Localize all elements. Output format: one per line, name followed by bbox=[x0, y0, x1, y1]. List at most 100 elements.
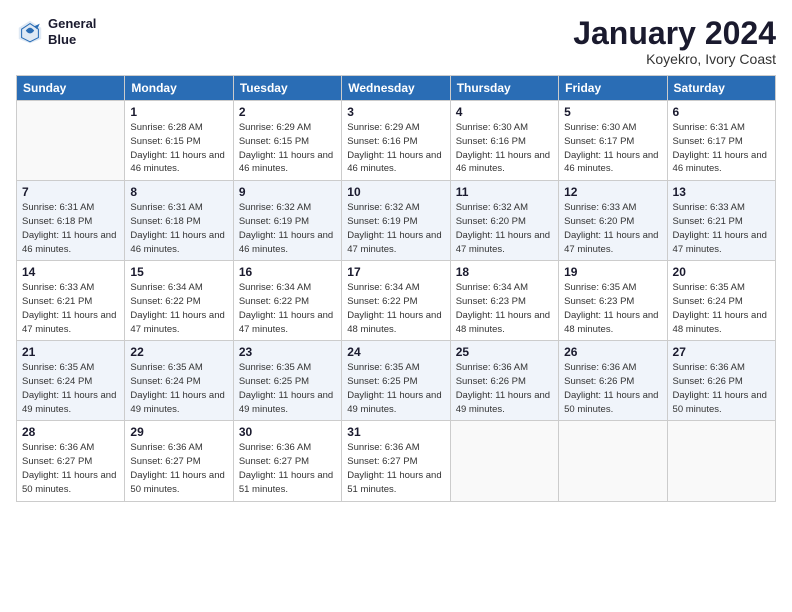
calendar-day-cell: 28Sunrise: 6:36 AMSunset: 6:27 PMDayligh… bbox=[17, 421, 125, 501]
calendar-day-cell: 11 Sunrise: 6:32 AMSunset: 6:20 PMDayligh… bbox=[450, 181, 558, 261]
calendar-day-cell: 13 Sunrise: 6:33 AMSunset: 6:21 PMDayligh… bbox=[667, 181, 775, 261]
day-number: 12 bbox=[564, 185, 661, 199]
calendar-day-cell: 21 Sunrise: 6:35 AMSunset: 6:24 PMDayligh… bbox=[17, 341, 125, 421]
logo-text: General Blue bbox=[48, 16, 96, 47]
calendar-day-cell: 1 Sunrise: 6:28 AMSunset: 6:15 PMDaylight… bbox=[125, 101, 233, 181]
day-number: 11 bbox=[456, 185, 553, 199]
day-number: 8 bbox=[130, 185, 227, 199]
day-number: 21 bbox=[22, 345, 119, 359]
day-of-week-header: Tuesday bbox=[233, 76, 341, 101]
day-number: 3 bbox=[347, 105, 444, 119]
calendar-day-cell: 3 Sunrise: 6:29 AMSunset: 6:16 PMDaylight… bbox=[342, 101, 450, 181]
day-info: Sunrise: 6:35 AMSunset: 6:24 PMDaylight:… bbox=[130, 361, 227, 416]
day-number: 13 bbox=[673, 185, 770, 199]
calendar-week-row: 21 Sunrise: 6:35 AMSunset: 6:24 PMDayligh… bbox=[17, 341, 776, 421]
day-info: Sunrise: 6:36 AMSunset: 6:27 PMDaylight:… bbox=[130, 441, 227, 496]
day-info: Sunrise: 6:35 AMSunset: 6:24 PMDaylight:… bbox=[673, 281, 770, 336]
day-info: Sunrise: 6:34 AMSunset: 6:22 PMDaylight:… bbox=[130, 281, 227, 336]
day-of-week-header: Saturday bbox=[667, 76, 775, 101]
day-info: Sunrise: 6:29 AMSunset: 6:16 PMDaylight:… bbox=[347, 121, 444, 176]
day-info: Sunrise: 6:36 AMSunset: 6:26 PMDaylight:… bbox=[673, 361, 770, 416]
calendar-title: January 2024 bbox=[573, 16, 776, 51]
day-number: 30 bbox=[239, 425, 336, 439]
calendar-day-cell: 9 Sunrise: 6:32 AMSunset: 6:19 PMDaylight… bbox=[233, 181, 341, 261]
day-info: Sunrise: 6:36 AMSunset: 6:27 PMDaylight:… bbox=[347, 441, 444, 496]
calendar-day-cell: 18 Sunrise: 6:34 AMSunset: 6:23 PMDayligh… bbox=[450, 261, 558, 341]
day-info: Sunrise: 6:30 AMSunset: 6:17 PMDaylight:… bbox=[564, 121, 661, 176]
day-number: 18 bbox=[456, 265, 553, 279]
day-info: Sunrise: 6:35 AMSunset: 6:24 PMDaylight:… bbox=[22, 361, 119, 416]
day-number: 15 bbox=[130, 265, 227, 279]
calendar-week-row: 14 Sunrise: 6:33 AMSunset: 6:21 PMDayligh… bbox=[17, 261, 776, 341]
calendar-day-cell: 15 Sunrise: 6:34 AMSunset: 6:22 PMDayligh… bbox=[125, 261, 233, 341]
calendar-day-cell: 4 Sunrise: 6:30 AMSunset: 6:16 PMDaylight… bbox=[450, 101, 558, 181]
day-number: 16 bbox=[239, 265, 336, 279]
day-info: Sunrise: 6:32 AMSunset: 6:19 PMDaylight:… bbox=[239, 201, 336, 256]
calendar-day-cell: 25 Sunrise: 6:36 AMSunset: 6:26 PMDayligh… bbox=[450, 341, 558, 421]
calendar-day-cell: 10 Sunrise: 6:32 AMSunset: 6:19 PMDayligh… bbox=[342, 181, 450, 261]
calendar-week-row: 7Sunrise: 6:31 AMSunset: 6:18 PMDaylight… bbox=[17, 181, 776, 261]
day-number: 20 bbox=[673, 265, 770, 279]
day-number: 29 bbox=[130, 425, 227, 439]
calendar-day-cell: 14 Sunrise: 6:33 AMSunset: 6:21 PMDayligh… bbox=[17, 261, 125, 341]
day-of-week-header: Friday bbox=[559, 76, 667, 101]
calendar-day-cell: 5 Sunrise: 6:30 AMSunset: 6:17 PMDaylight… bbox=[559, 101, 667, 181]
calendar-table: SundayMondayTuesdayWednesdayThursdayFrid… bbox=[16, 75, 776, 501]
day-info: Sunrise: 6:33 AMSunset: 6:21 PMDaylight:… bbox=[673, 201, 770, 256]
calendar-day-cell: 22 Sunrise: 6:35 AMSunset: 6:24 PMDayligh… bbox=[125, 341, 233, 421]
day-info: Sunrise: 6:35 AMSunset: 6:25 PMDaylight:… bbox=[347, 361, 444, 416]
calendar-day-cell bbox=[559, 421, 667, 501]
day-number: 4 bbox=[456, 105, 553, 119]
logo-line2: Blue bbox=[48, 32, 96, 48]
day-number: 25 bbox=[456, 345, 553, 359]
title-block: January 2024 Koyekro, Ivory Coast bbox=[573, 16, 776, 67]
calendar-day-cell: 19Sunrise: 6:35 AMSunset: 6:23 PMDayligh… bbox=[559, 261, 667, 341]
calendar-day-cell: 26Sunrise: 6:36 AMSunset: 6:26 PMDayligh… bbox=[559, 341, 667, 421]
day-number: 9 bbox=[239, 185, 336, 199]
day-number: 14 bbox=[22, 265, 119, 279]
calendar-subtitle: Koyekro, Ivory Coast bbox=[573, 51, 776, 67]
day-number: 31 bbox=[347, 425, 444, 439]
calendar-day-cell: 8Sunrise: 6:31 AMSunset: 6:18 PMDaylight… bbox=[125, 181, 233, 261]
day-number: 22 bbox=[130, 345, 227, 359]
day-number: 7 bbox=[22, 185, 119, 199]
calendar-day-cell bbox=[17, 101, 125, 181]
day-info: Sunrise: 6:32 AMSunset: 6:20 PMDaylight:… bbox=[456, 201, 553, 256]
calendar-day-cell: 23 Sunrise: 6:35 AMSunset: 6:25 PMDayligh… bbox=[233, 341, 341, 421]
page-header: General Blue January 2024 Koyekro, Ivory… bbox=[16, 16, 776, 67]
day-info: Sunrise: 6:33 AMSunset: 6:21 PMDaylight:… bbox=[22, 281, 119, 336]
day-number: 10 bbox=[347, 185, 444, 199]
day-number: 23 bbox=[239, 345, 336, 359]
day-info: Sunrise: 6:36 AMSunset: 6:26 PMDaylight:… bbox=[456, 361, 553, 416]
day-number: 2 bbox=[239, 105, 336, 119]
day-info: Sunrise: 6:30 AMSunset: 6:16 PMDaylight:… bbox=[456, 121, 553, 176]
day-number: 24 bbox=[347, 345, 444, 359]
day-info: Sunrise: 6:34 AMSunset: 6:22 PMDaylight:… bbox=[239, 281, 336, 336]
day-info: Sunrise: 6:36 AMSunset: 6:26 PMDaylight:… bbox=[564, 361, 661, 416]
day-info: Sunrise: 6:31 AMSunset: 6:17 PMDaylight:… bbox=[673, 121, 770, 176]
day-info: Sunrise: 6:34 AMSunset: 6:23 PMDaylight:… bbox=[456, 281, 553, 336]
day-info: Sunrise: 6:28 AMSunset: 6:15 PMDaylight:… bbox=[130, 121, 227, 176]
calendar-day-cell: 31 Sunrise: 6:36 AMSunset: 6:27 PMDayligh… bbox=[342, 421, 450, 501]
calendar-day-cell: 12 Sunrise: 6:33 AMSunset: 6:20 PMDayligh… bbox=[559, 181, 667, 261]
day-info: Sunrise: 6:32 AMSunset: 6:19 PMDaylight:… bbox=[347, 201, 444, 256]
calendar-day-cell: 29 Sunrise: 6:36 AMSunset: 6:27 PMDayligh… bbox=[125, 421, 233, 501]
day-info: Sunrise: 6:35 AMSunset: 6:23 PMDaylight:… bbox=[564, 281, 661, 336]
calendar-day-cell: 17Sunrise: 6:34 AMSunset: 6:22 PMDayligh… bbox=[342, 261, 450, 341]
day-of-week-header: Wednesday bbox=[342, 76, 450, 101]
calendar-day-cell: 16 Sunrise: 6:34 AMSunset: 6:22 PMDayligh… bbox=[233, 261, 341, 341]
calendar-day-cell: 20 Sunrise: 6:35 AMSunset: 6:24 PMDayligh… bbox=[667, 261, 775, 341]
day-number: 5 bbox=[564, 105, 661, 119]
calendar-day-cell: 2Sunrise: 6:29 AMSunset: 6:15 PMDaylight… bbox=[233, 101, 341, 181]
calendar-day-cell bbox=[667, 421, 775, 501]
calendar-day-cell: 30Sunrise: 6:36 AMSunset: 6:27 PMDayligh… bbox=[233, 421, 341, 501]
day-info: Sunrise: 6:35 AMSunset: 6:25 PMDaylight:… bbox=[239, 361, 336, 416]
day-number: 1 bbox=[130, 105, 227, 119]
calendar-header-row: SundayMondayTuesdayWednesdayThursdayFrid… bbox=[17, 76, 776, 101]
calendar-week-row: 28Sunrise: 6:36 AMSunset: 6:27 PMDayligh… bbox=[17, 421, 776, 501]
calendar-day-cell: 24 Sunrise: 6:35 AMSunset: 6:25 PMDayligh… bbox=[342, 341, 450, 421]
calendar-day-cell: 27Sunrise: 6:36 AMSunset: 6:26 PMDayligh… bbox=[667, 341, 775, 421]
day-info: Sunrise: 6:33 AMSunset: 6:20 PMDaylight:… bbox=[564, 201, 661, 256]
logo-icon bbox=[16, 18, 44, 46]
day-number: 6 bbox=[673, 105, 770, 119]
